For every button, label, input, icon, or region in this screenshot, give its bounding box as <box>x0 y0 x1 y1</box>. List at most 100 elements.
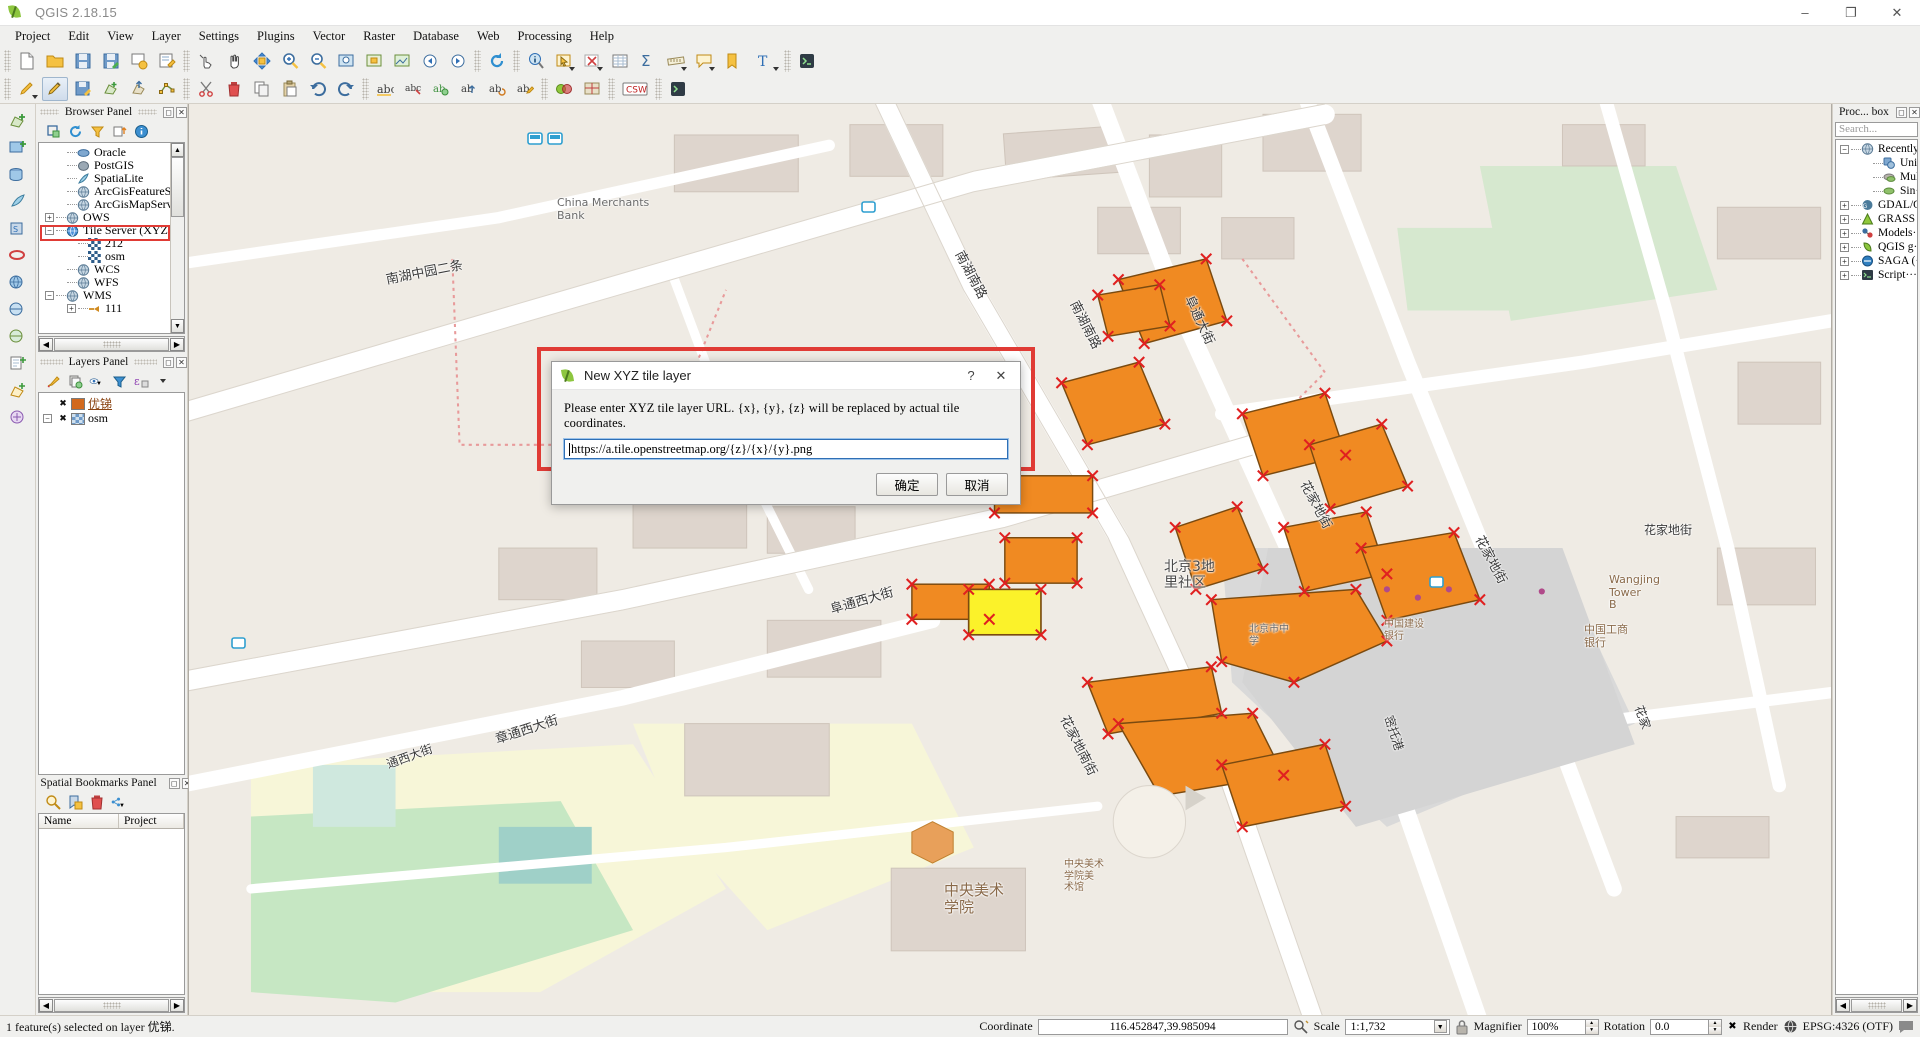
new-project-icon[interactable] <box>14 49 40 73</box>
menu-plugins[interactable]: Plugins <box>248 27 304 46</box>
tree-expander[interactable]: − <box>1840 144 1849 154</box>
python-console-icon[interactable] <box>794 49 820 73</box>
map-canvas-container[interactable]: China Merchants Bank 南湖中园二条 南湖南路 南湖南路 阜通大街 花家地… <box>188 104 1832 1015</box>
filter-icon[interactable] <box>88 122 106 140</box>
toggle-editing-icon[interactable] <box>42 77 68 101</box>
identify-features-icon[interactable] <box>523 49 549 73</box>
deselect-features-icon[interactable] <box>579 49 605 73</box>
add-selected-layers-icon[interactable] <box>44 122 62 140</box>
zoom-to-bookmark-icon[interactable] <box>44 793 62 811</box>
add-wms-layer-icon[interactable] <box>4 270 32 296</box>
menu-edit[interactable]: Edit <box>59 27 98 46</box>
manage-visibility-icon[interactable]: ▼ <box>88 372 106 390</box>
dialog-help-button[interactable]: ? <box>956 363 986 389</box>
new-print-composer-icon[interactable] <box>126 49 152 73</box>
toolbar-grip[interactable] <box>4 78 11 100</box>
layer-visibility-checkbox[interactable]: ✖ <box>58 413 68 424</box>
menu-processing[interactable]: Processing <box>509 27 581 46</box>
tree-item[interactable]: + G GDAL/O··· <box>1838 198 1917 212</box>
coordinate-input[interactable]: 116.452847,39.985094 <box>1037 1018 1288 1035</box>
add-group-icon[interactable] <box>66 372 84 390</box>
menu-raster[interactable]: Raster <box>354 27 404 46</box>
tree-item[interactable]: ArcGisMapServer <box>43 197 184 211</box>
change-label-icon[interactable]: ab <box>512 77 538 101</box>
field-calculator-icon[interactable]: Σ <box>635 49 661 73</box>
delete-selected-icon[interactable] <box>221 77 247 101</box>
processing-panel-close-button[interactable]: ✕ <box>1909 106 1920 118</box>
minimize-button[interactable]: – <box>1782 0 1828 26</box>
paste-features-icon[interactable] <box>277 77 303 101</box>
scroll-left-arrow[interactable]: ◀ <box>1836 998 1850 1012</box>
dialog-close-button[interactable]: ✕ <box>986 363 1016 389</box>
save-project-icon[interactable] <box>70 49 96 73</box>
tree-expander[interactable]: − <box>45 226 54 235</box>
save-layer-edits-icon[interactable] <box>70 77 96 101</box>
collapse-all-icon[interactable] <box>110 122 128 140</box>
filter-legend-icon[interactable] <box>110 372 128 390</box>
xyz-url-input[interactable]: https://a.tile.openstreetmap.org/{z}/{x}… <box>563 438 1009 460</box>
menu-help[interactable]: Help <box>581 27 623 46</box>
processing-panel-float-button[interactable]: ◻ <box>1896 106 1907 118</box>
add-oracle-layer-icon[interactable] <box>4 243 32 269</box>
hscroll-thumb[interactable] <box>1851 998 1902 1012</box>
menu-layer[interactable]: Layer <box>143 27 190 46</box>
open-attribute-table-icon[interactable] <box>607 49 633 73</box>
toolbar-grip[interactable] <box>608 78 615 100</box>
toolbar-grip[interactable] <box>655 78 662 100</box>
zoom-full-icon[interactable] <box>333 49 359 73</box>
csw-catalog-icon[interactable]: CSW <box>618 77 652 101</box>
georeferencer-icon[interactable] <box>579 77 605 101</box>
layers-panel-float-button[interactable]: ◻ <box>163 356 174 368</box>
toolbar-grip[interactable] <box>183 78 190 100</box>
cut-features-icon[interactable] <box>193 77 219 101</box>
tree-expander[interactable]: + <box>1840 270 1849 280</box>
tree-expander[interactable]: + <box>67 304 76 313</box>
toolbar-grip[interactable] <box>513 50 520 72</box>
scroll-right-arrow[interactable]: ▶ <box>170 337 184 351</box>
browser-panel-float-button[interactable]: ◻ <box>163 106 175 118</box>
share-bookmark-icon[interactable]: ▼ <box>110 793 128 811</box>
pan-to-selection-icon[interactable] <box>249 49 275 73</box>
redo-icon[interactable] <box>333 77 359 101</box>
layers-list[interactable]: ✖ 优锑 − ✖ osm <box>38 392 185 775</box>
add-raster-layer-icon[interactable] <box>4 135 32 161</box>
zoom-last-icon[interactable] <box>417 49 443 73</box>
processing-search-input[interactable]: Search... <box>1835 122 1918 137</box>
add-spatialite-layer-icon[interactable] <box>4 189 32 215</box>
label-tool-icon[interactable]: abc <box>372 77 398 101</box>
browser-tree[interactable]: OraclePostGISSpatiaLiteArcGisFeatureServ… <box>38 142 185 334</box>
vector-plugin-icon[interactable] <box>551 77 577 101</box>
bookmarks-table-body[interactable] <box>39 829 184 994</box>
tree-expander[interactable]: + <box>45 213 54 222</box>
messages-icon[interactable] <box>1898 1020 1914 1034</box>
info-icon[interactable] <box>132 122 150 140</box>
pan-map-icon[interactable] <box>221 49 247 73</box>
layer-visibility-checkbox[interactable]: ✖ <box>58 398 68 409</box>
layer-expander[interactable]: − <box>43 414 52 423</box>
save-project-as-icon[interactable] <box>98 49 124 73</box>
zoom-in-icon[interactable] <box>277 49 303 73</box>
dialog-ok-button[interactable]: 确定 <box>876 473 938 496</box>
add-wcs-layer-icon[interactable] <box>4 297 32 323</box>
close-button[interactable]: ✕ <box>1874 0 1920 26</box>
open-layer-styling-icon[interactable] <box>44 372 62 390</box>
tree-item[interactable]: + Models··· <box>1838 226 1917 240</box>
move-feature-icon[interactable] <box>126 77 152 101</box>
pin-labels-icon[interactable]: abc <box>400 77 426 101</box>
map-canvas[interactable] <box>189 104 1831 1015</box>
new-bookmark-icon[interactable] <box>719 49 745 73</box>
rotate-label-icon[interactable]: ab <box>484 77 510 101</box>
add-mssql-layer-icon[interactable]: S <box>4 216 32 242</box>
scroll-right-arrow[interactable]: ▶ <box>170 998 184 1012</box>
layer-row[interactable]: − ✖ osm <box>39 411 184 426</box>
text-annotation-icon[interactable]: T <box>747 49 781 73</box>
layers-panel-close-button[interactable]: ✕ <box>176 356 187 368</box>
add-postgis-layer-icon[interactable] <box>4 162 32 188</box>
lock-icon[interactable] <box>1455 1019 1469 1035</box>
maximize-button[interactable]: ❐ <box>1828 0 1874 26</box>
zoom-to-selection-icon[interactable] <box>361 49 387 73</box>
browser-tree-scrollbar[interactable]: ▲ ▼ <box>170 143 184 333</box>
tree-item[interactable]: Unio· <box>1838 156 1917 170</box>
bookmarks-column-project[interactable]: Project <box>119 814 184 828</box>
crs-label[interactable]: EPSG:4326 (OTF) <box>1803 1019 1893 1034</box>
